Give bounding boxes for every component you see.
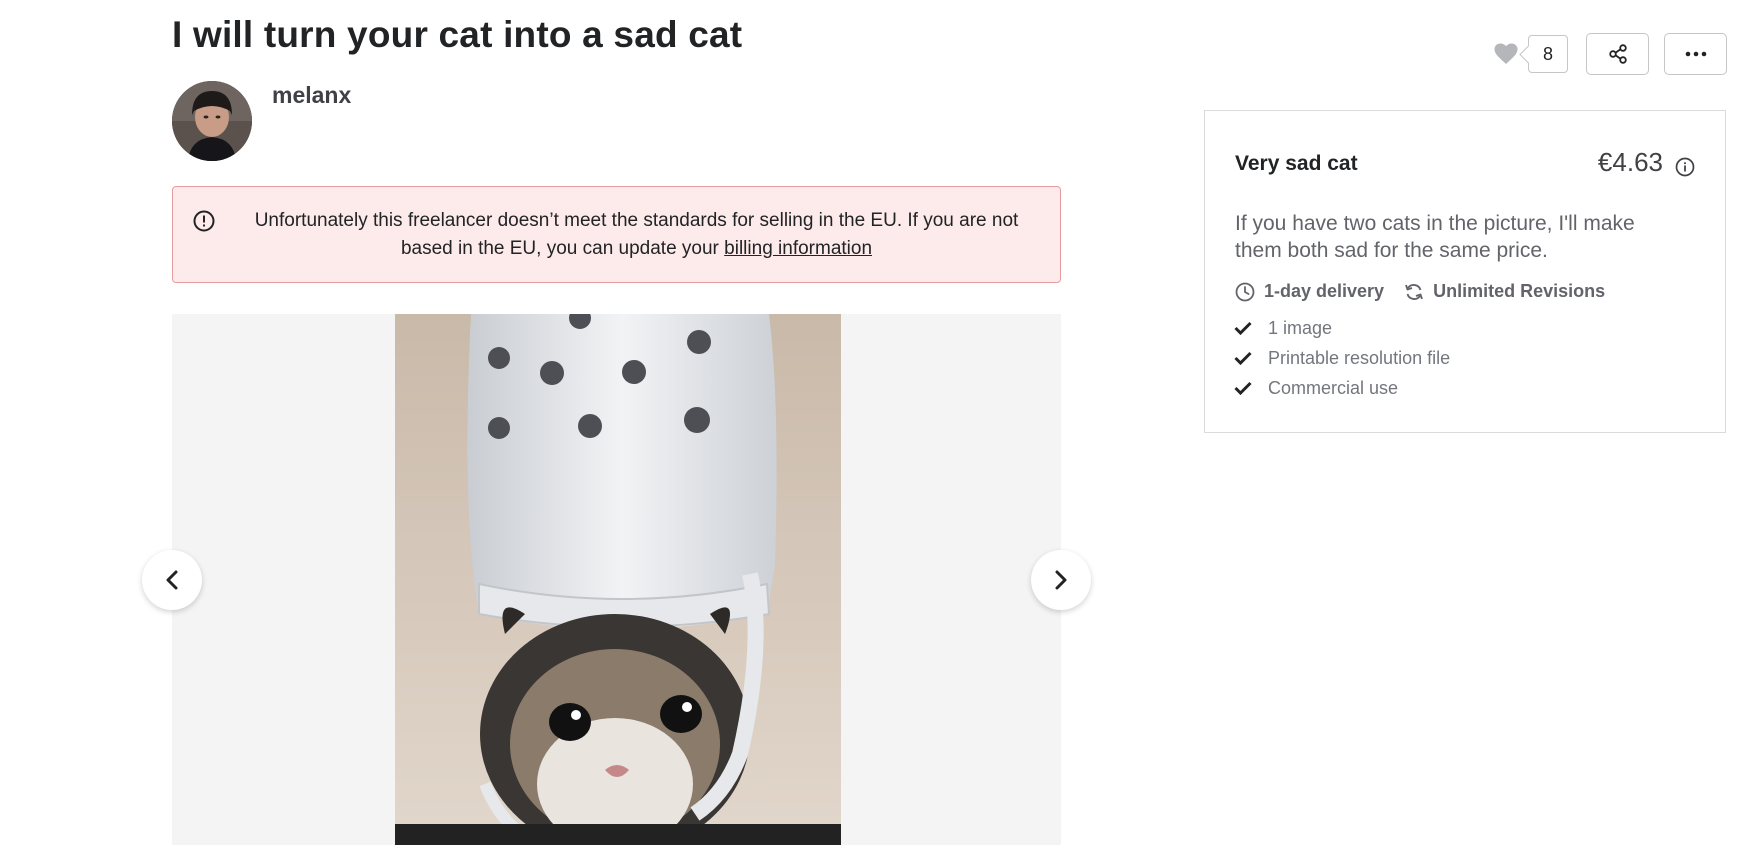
chevron-right-icon xyxy=(1055,570,1067,590)
feature-item: Commercial use xyxy=(1234,373,1450,403)
package-description: If you have two cats in the picture, I'l… xyxy=(1235,212,1635,262)
share-button[interactable] xyxy=(1586,33,1649,75)
clock-icon xyxy=(1235,282,1255,301)
like-group: 8 xyxy=(1494,34,1568,74)
package-price: €4.63 xyxy=(1597,147,1663,177)
refresh-icon xyxy=(1405,283,1423,300)
seller-name[interactable]: melanx xyxy=(272,82,351,109)
feature-item: Printable resolution file xyxy=(1234,343,1450,373)
info-icon[interactable] xyxy=(1675,157,1695,177)
chevron-left-icon xyxy=(166,570,178,590)
gig-image[interactable] xyxy=(395,314,841,845)
more-options-button[interactable] xyxy=(1664,33,1727,75)
delivery-info: 1-day delivery xyxy=(1235,281,1384,302)
billing-information-link[interactable]: billing information xyxy=(724,238,872,259)
gallery-next-button[interactable] xyxy=(1031,550,1091,610)
gallery-prev-button[interactable] xyxy=(142,550,202,610)
gig-gallery xyxy=(172,314,1061,845)
seller-avatar[interactable] xyxy=(172,81,252,161)
gig-title: I will turn your cat into a sad cat xyxy=(172,14,743,55)
feature-label: Commercial use xyxy=(1268,377,1399,398)
feature-item: 1 image xyxy=(1234,313,1450,343)
check-icon xyxy=(1234,381,1252,395)
package-name: Very sad cat xyxy=(1235,152,1358,175)
package-meta: 1-day delivery Unlimited Revisions xyxy=(1235,281,1625,302)
alert-icon xyxy=(193,210,215,232)
feature-label: 1 image xyxy=(1268,317,1333,338)
feature-label: Printable resolution file xyxy=(1268,347,1451,368)
more-icon xyxy=(1685,51,1706,57)
alert-message: Unfortunately this freelancer doesn’t me… xyxy=(254,210,1019,259)
revisions-text: Unlimited Revisions xyxy=(1433,281,1606,301)
share-icon xyxy=(1608,44,1627,64)
delivery-text: 1-day delivery xyxy=(1264,281,1385,301)
eu-warning-alert: Unfortunately this freelancer doesn’t me… xyxy=(172,186,1061,283)
heart-icon[interactable] xyxy=(1494,43,1518,65)
revisions-info: Unlimited Revisions xyxy=(1404,281,1605,302)
alert-text: Unfortunately this freelancer doesn’t me… xyxy=(239,207,1034,263)
check-icon xyxy=(1234,351,1252,365)
like-count: 8 xyxy=(1528,35,1568,73)
check-icon xyxy=(1234,321,1252,335)
package-features: 1 image Printable resolution file Commer… xyxy=(1234,313,1450,403)
